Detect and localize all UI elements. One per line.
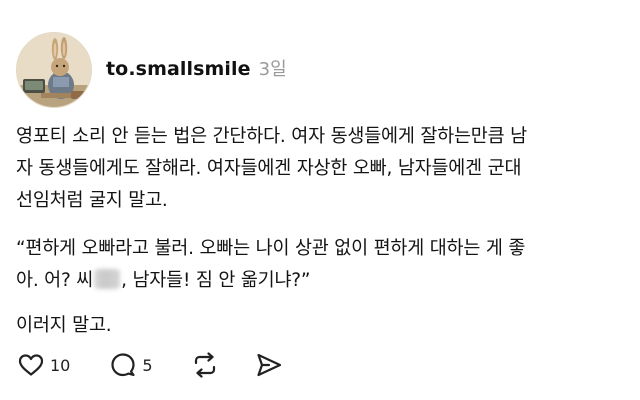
rabbit-illustration-icon xyxy=(17,33,91,107)
avatar[interactable] xyxy=(16,32,92,108)
post-timestamp: 3일 xyxy=(258,59,287,80)
text-line: 영포티 소리 안 듣는 법은 간단하다. 여자 동생들에게 잘하는만큼 남 xyxy=(16,126,527,147)
post-paragraph-3: 이러지 말고. xyxy=(16,310,628,342)
like-count: 10 xyxy=(50,355,71,375)
like-button[interactable]: 10 xyxy=(18,353,70,377)
text-segment: 아. 어? 씨 xyxy=(16,270,94,291)
post-paragraph-1: 영포티 소리 안 듣는 법은 간단하다. 여자 동생들에게 잘하는만큼 남 자 … xyxy=(16,121,628,217)
repost-button[interactable] xyxy=(191,352,219,378)
text-line: “편하게 오빠라고 불러. 오빠는 나이 상관 없이 편하게 대하는 게 좋 xyxy=(16,238,526,259)
heart-icon xyxy=(18,354,44,376)
text-line: 선임처럼 굴지 말고. xyxy=(16,190,168,211)
censored-text-blur xyxy=(94,269,121,289)
comment-icon xyxy=(111,353,135,377)
comment-button[interactable]: 5 xyxy=(110,352,153,378)
text-line: 아. 어? 씨 , 남자들! 짐 안 옮기냐?” xyxy=(16,265,628,297)
post-actions: 10 5 xyxy=(18,352,283,378)
comment-count: 5 xyxy=(142,355,153,375)
post-header: to.smallsmile 3일 xyxy=(16,32,287,108)
username[interactable]: to.smallsmile xyxy=(106,58,251,80)
text-line: 자 동생들에게도 잘해라. 여자들에겐 자상한 오빠, 남자들에겐 군대 xyxy=(16,158,522,179)
repost-icon xyxy=(194,352,215,378)
share-button[interactable] xyxy=(255,352,283,378)
send-icon xyxy=(256,353,281,377)
thread-post: to.smallsmile 3일 영포티 소리 안 듣는 법은 간단하다. 여자… xyxy=(0,0,640,400)
text-segment: , 남자들! 짐 안 옮기냐?” xyxy=(121,270,311,291)
post-paragraph-2: “편하게 오빠라고 불러. 오빠는 나이 상관 없이 편하게 대하는 게 좋 아… xyxy=(16,233,628,297)
text-line: 이러지 말고. xyxy=(16,315,112,336)
